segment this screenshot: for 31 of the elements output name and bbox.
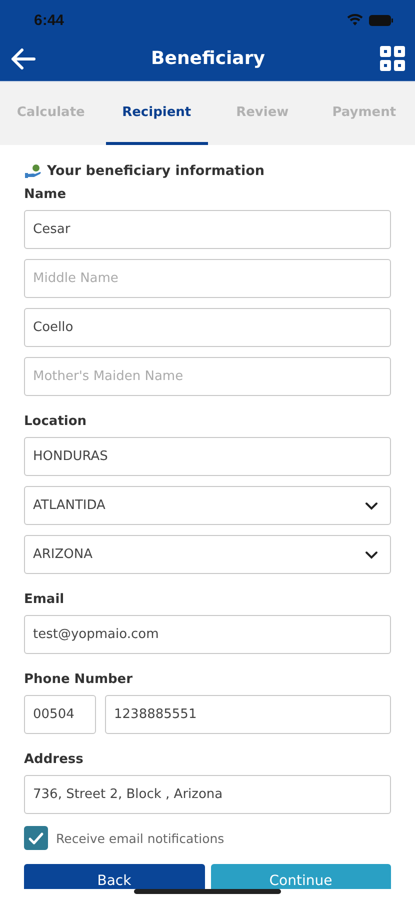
- chevron-down-icon: [365, 550, 378, 558]
- input-field[interactable]: Coello: [24, 308, 391, 347]
- field-label: Location: [24, 414, 88, 429]
- field-label: Phone Number: [24, 672, 134, 687]
- input-field[interactable]: 1238885551: [105, 695, 391, 734]
- field-label: Name: [24, 187, 68, 202]
- input-field[interactable]: Middle Name: [24, 259, 391, 298]
- checkbox[interactable]: [24, 826, 48, 850]
- back-button[interactable]: Back: [24, 864, 204, 889]
- input-field[interactable]: HONDURAS: [24, 437, 391, 476]
- step-tab[interactable]: Recipient: [106, 82, 208, 145]
- input-field[interactable]: test@yopmaio.com: [24, 615, 391, 654]
- checkbox-label: Receive email notifications: [56, 830, 224, 846]
- dropdown-field[interactable]: ARIZONA: [24, 535, 391, 574]
- checkmark-icon: [28, 832, 44, 844]
- field-label: Email: [24, 592, 66, 607]
- money-hand-icon: [24, 163, 42, 179]
- chevron-down-icon: [365, 502, 378, 510]
- input-field[interactable]: 00504: [24, 695, 96, 734]
- battery-icon: [369, 14, 393, 26]
- input-field[interactable]: Mother's Maiden Name: [24, 357, 391, 396]
- status-time: 6:44: [34, 12, 64, 28]
- screen-title: Beneficiary: [151, 48, 265, 69]
- input-field[interactable]: 736, Street 2, Block , Arizona: [24, 775, 391, 814]
- back-arrow-icon[interactable]: [10, 48, 36, 70]
- field-label: Address: [24, 752, 84, 767]
- wifi-icon: [347, 14, 363, 26]
- grid-icon[interactable]: [380, 46, 405, 71]
- section-title: Your beneficiary information: [47, 163, 264, 179]
- dropdown-field[interactable]: ATLANTIDA: [24, 486, 391, 525]
- input-field[interactable]: Cesar: [24, 210, 391, 249]
